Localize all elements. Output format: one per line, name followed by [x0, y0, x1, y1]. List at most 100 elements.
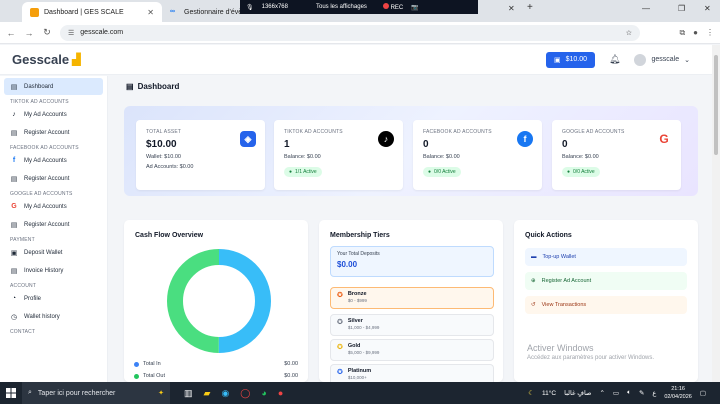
sidebar-item-register-account[interactable]: ▤ Register Account — [4, 170, 103, 187]
topup-wallet-button[interactable]: ▬ Top-up Wallet — [525, 248, 687, 266]
stat-card: FACEBOOK AD ACCOUNTS 0 Balance: $0.00 ● 0/0 … — [413, 120, 542, 190]
microphone-icon[interactable]: 🎙 — [246, 4, 254, 11]
bell-icon[interactable]: 🔔︎ — [609, 54, 620, 65]
total-deposits-value: $0.00 — [337, 260, 358, 269]
bookmark-star-icon[interactable]: ☆ — [626, 29, 632, 37]
windows-activation-watermark: Activer Windows Accédez aux paramètres p… — [527, 343, 654, 361]
status-badge-text: 0/0 Active — [434, 169, 456, 175]
tier-bronze: ✪ Bronze $0 - $999 — [330, 287, 494, 309]
minimize-icon[interactable]: — — [642, 4, 650, 13]
close-window-icon[interactable]: ✕ — [704, 4, 711, 13]
status-badge-text: 0/0 Active — [573, 169, 595, 175]
address-bar-row: ← → ↻ ☰ gesscale.com ☆ ⧉ ● ⋮ — [0, 22, 720, 44]
new-tab-button[interactable]: + — [527, 2, 533, 13]
recorder-app-icon[interactable]: ● — [278, 388, 283, 399]
stat-value: $10.00 — [146, 139, 177, 150]
recorder-display[interactable]: Tous les affichages — [316, 4, 367, 10]
chevron-down-icon: ⌄ — [684, 56, 690, 64]
check-icon: ● — [567, 169, 571, 175]
sidebar-item-wallet-history[interactable]: ◷ Wallet history — [4, 308, 103, 325]
page-title: ▤ Dashboard — [126, 82, 179, 91]
document-icon: ▤ — [10, 267, 18, 275]
register-ad-account-button[interactable]: ⊕ Register Ad Account — [525, 272, 687, 290]
windows-start-icon[interactable] — [0, 388, 22, 398]
wallet-icon: ▣ — [10, 249, 18, 257]
close-tab-icon[interactable]: ✕ — [508, 4, 515, 13]
sidebar-item-register-account[interactable]: ▤ Register Account — [4, 124, 103, 141]
sidebar-item-label: Dashboard — [24, 83, 54, 90]
taskbar-search-input[interactable]: ⌕ Taper ici pour rechercher ✦ — [22, 382, 170, 404]
back-icon[interactable]: ← — [6, 28, 16, 38]
sidebar-item-profile[interactable]: ◔ Profile — [4, 290, 103, 307]
wallet-icon: ▣ — [554, 56, 561, 64]
stat-detail: Balance: $0.00 — [284, 154, 321, 160]
task-view-icon[interactable]: ▥ — [184, 388, 193, 399]
chevron-up-icon[interactable]: ⌃ — [599, 389, 604, 397]
sidebar-item-my-ad-accounts[interactable]: f My Ad Accounts — [4, 152, 103, 169]
menu-icon[interactable]: ⋮ — [706, 28, 714, 38]
pen-icon[interactable]: ✎ — [639, 389, 644, 397]
sidebar-item-my-ad-accounts[interactable]: ♪ My Ad Accounts — [4, 106, 103, 123]
sidebar-section-title: PAYMENT — [10, 237, 35, 243]
dashboard-icon: ▤ — [126, 82, 134, 91]
sidebar-item-label: Register Account — [24, 175, 70, 182]
document-icon: ▤ — [10, 221, 18, 229]
forward-icon[interactable]: → — [24, 28, 34, 38]
reload-icon[interactable]: ↻ — [42, 27, 52, 38]
view-transactions-button[interactable]: ↺ View Transactions — [525, 296, 687, 314]
opera-icon[interactable]: ◯ — [240, 388, 250, 399]
language-indicator[interactable]: ع — [652, 389, 656, 397]
wallet-balance-button[interactable]: ▣ $10.00 — [546, 51, 596, 68]
camera-icon[interactable]: 📷 — [411, 4, 418, 11]
profile-icon[interactable]: ● — [693, 28, 698, 38]
edge-icon[interactable]: ◉ — [221, 388, 229, 399]
network-icon[interactable]: ▭ — [613, 389, 619, 397]
sidebar-item-label: My Ad Accounts — [24, 111, 67, 118]
extensions-icon[interactable]: ⧉ — [679, 28, 685, 38]
file-explorer-icon[interactable]: ▰ — [204, 388, 211, 399]
logo-text: Gesscale — [12, 52, 70, 67]
chrome-icon[interactable]: ◕ — [261, 388, 266, 399]
legend-label: Total Out — [143, 373, 166, 379]
sidebar-item-label: My Ad Accounts — [24, 203, 67, 210]
stat-detail: Balance: $0.00 — [423, 154, 460, 160]
medal-icon: ✪ — [337, 344, 343, 351]
url-field[interactable]: ☰ gesscale.com ☆ — [60, 24, 640, 41]
main-content: ▤ Dashboard TOTAL ASSET $10.00 Wallet: $10… — [110, 76, 710, 382]
tier-silver: ✪ Silver $1,000 - $4,999 — [330, 314, 494, 336]
restore-icon[interactable]: ❐ — [678, 4, 685, 13]
stat-detail: Ad Accounts: $0.00 — [146, 164, 194, 170]
site-info-icon[interactable]: ☰ — [68, 29, 74, 37]
scrollbar-thumb[interactable] — [714, 55, 718, 155]
membership-title: Membership Tiers — [330, 232, 390, 239]
wallet-icon: ◈ — [240, 131, 256, 147]
gesscale-favicon-icon — [30, 7, 39, 17]
medal-icon: ✪ — [337, 319, 343, 326]
notifications-icon[interactable]: ▢ — [700, 389, 706, 397]
recorder-resolution: 1366x768 — [261, 4, 288, 10]
sidebar-section-title: ACCOUNT — [10, 283, 37, 289]
sidebar-item-my-ad-accounts[interactable]: G My Ad Accounts — [4, 198, 103, 215]
status-badge-text: 1/1 Active — [295, 169, 317, 175]
cashflow-donut-chart — [167, 249, 271, 353]
sidebar-item-deposit-wallet[interactable]: ▣ Deposit Wallet — [4, 244, 103, 261]
user-menu[interactable]: gesscale ⌄ — [634, 53, 690, 66]
sidebar-item-invoice-history[interactable]: ▤ Invoice History — [4, 262, 103, 279]
tab-dashboard[interactable]: Dashboard | GES SCALE ✕ — [22, 2, 162, 22]
close-tab-icon[interactable]: ✕ — [147, 8, 154, 17]
sidebar-section-title: FACEBOOK AD ACCOUNTS — [10, 145, 79, 151]
volume-icon[interactable]: 🔈︎ — [627, 389, 631, 397]
tab-title: Dashboard | GES SCALE — [44, 8, 124, 16]
logo[interactable]: Gesscale ▟ — [12, 52, 81, 67]
tiktok-icon: ♪ — [12, 111, 16, 118]
weather-temp[interactable]: 11°C — [542, 390, 556, 397]
legend-total-in: Total In $0.00 — [134, 361, 298, 367]
tier-name: Silver — [347, 318, 363, 324]
sidebar-item-register-account[interactable]: ▤ Register Account — [4, 216, 103, 233]
sidebar-item-dashboard[interactable]: ▤ Dashboard — [4, 78, 103, 95]
clock[interactable]: 21:16 02/04/2026 — [664, 385, 692, 401]
tier-range: $1,000 - $4,999 — [347, 325, 380, 330]
google-icon: G — [659, 132, 669, 146]
scrollbar[interactable] — [712, 45, 720, 382]
record-button[interactable]: REC — [382, 3, 403, 11]
